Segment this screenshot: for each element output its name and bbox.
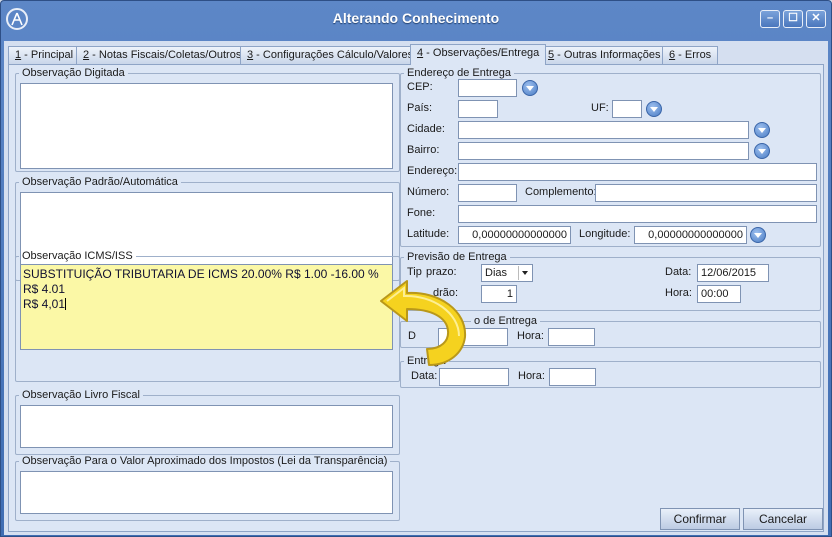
prazo-padrao-input[interactable]: 1 xyxy=(481,285,517,303)
longitude-label: Longitude: xyxy=(579,228,631,240)
previsao-hora-label: Hora: xyxy=(665,287,692,299)
window: Alterando Conhecimento – ☐ ✕ 1 - Princip… xyxy=(0,0,832,537)
complemento-label: Complemento: xyxy=(525,186,597,198)
pais-input[interactable] xyxy=(458,100,498,118)
maximize-icon[interactable]: ☐ xyxy=(783,10,803,28)
group-title: Observação Digitada xyxy=(22,67,125,79)
tab-erros[interactable]: 6 - Erros xyxy=(662,46,719,64)
cidade-label: Cidade: xyxy=(407,123,445,135)
fone-label: Fone: xyxy=(407,207,436,219)
group-title: Observação Livro Fiscal xyxy=(22,389,140,401)
endereco-label: Endereço: xyxy=(407,165,458,177)
group-endereco-entrega: Endereço de Entrega CEP: País: UF: Cidad… xyxy=(400,67,821,247)
bairro-label: Bairro: xyxy=(407,144,440,156)
latitude-label: Latitude: xyxy=(407,228,450,240)
cidade-dropdown-icon[interactable] xyxy=(754,122,770,138)
group-title: Observação Para o Valor Aproximado dos I… xyxy=(22,455,388,467)
tab-observacoes-entrega[interactable]: 4 - Observações/Entrega xyxy=(410,44,547,65)
uf-label: UF: xyxy=(591,102,609,114)
group-observacao-livro-fiscal: Observação Livro Fiscal xyxy=(15,389,400,455)
previsao-data-label: Data: xyxy=(665,266,692,278)
window-title: Alterando Conhecimento xyxy=(332,10,500,26)
entrega-data-label: Data: xyxy=(411,370,438,382)
previsao-hora-input[interactable]: 00:00 xyxy=(697,285,741,303)
fone-input[interactable] xyxy=(458,205,817,223)
entrega-data-input[interactable] xyxy=(439,368,509,386)
longitude-input[interactable]: 0,00000000000000 xyxy=(634,226,747,244)
bairro-dropdown-icon[interactable] xyxy=(754,143,770,159)
icms-text: SUBSTITUIÇÃO TRIBUTARIA DE ICMS 20.00% R… xyxy=(23,267,388,312)
tab-configuracoes-calculo[interactable]: 3 - Configurações Cálculo/Valores xyxy=(240,46,421,64)
agendamento-hora-label: Hora: xyxy=(517,330,544,342)
numero-input[interactable] xyxy=(458,184,517,202)
confirmar-button[interactable]: Confirmar xyxy=(660,508,740,530)
observacao-digitada-textarea[interactable] xyxy=(20,83,393,169)
group-title: Observação ICMS/ISS xyxy=(22,250,133,262)
tab-outras-informacoes[interactable]: 5 - Outras Informações xyxy=(541,46,668,64)
title-bar[interactable]: Alterando Conhecimento – ☐ ✕ xyxy=(1,1,831,37)
cep-label: CEP: xyxy=(407,81,433,93)
cep-dropdown-icon[interactable] xyxy=(522,80,538,96)
curved-arrow-icon xyxy=(380,280,467,366)
tab-notas-fiscais[interactable]: 2 - Notas Fiscais/Coletas/Outros xyxy=(76,46,249,64)
cidade-input[interactable] xyxy=(458,121,749,139)
cep-input[interactable] xyxy=(458,79,517,97)
group-observacao-icms: Observação ICMS/ISS SUBSTITUIÇÃO TRIBUTA… xyxy=(15,250,400,382)
group-title: Endereço de Entrega xyxy=(407,67,511,79)
tipo-prazo-value: Dias xyxy=(485,267,508,279)
observacao-livro-fiscal-textarea[interactable] xyxy=(20,405,393,448)
bairro-input[interactable] xyxy=(458,142,749,160)
text-caret xyxy=(65,298,67,310)
previsao-data-input[interactable]: 12/06/2015 xyxy=(697,264,769,282)
icms-text-line-1: SUBSTITUIÇÃO TRIBUTARIA DE ICMS 20.00% R… xyxy=(23,267,379,296)
group-title: Previsão de Entrega xyxy=(407,251,507,263)
observacao-icms-textarea[interactable]: SUBSTITUIÇÃO TRIBUTARIA DE ICMS 20.00% R… xyxy=(20,264,393,350)
tipo-prazo-select[interactable]: Dias xyxy=(481,264,533,282)
numero-label: Número: xyxy=(407,186,450,198)
complemento-input[interactable] xyxy=(595,184,817,202)
group-observacao-impostos: Observação Para o Valor Aproximado dos I… xyxy=(15,455,400,521)
minimize-icon[interactable]: – xyxy=(760,10,780,28)
group-title: Observação Padrão/Automática xyxy=(22,176,178,188)
latitude-input[interactable]: 0,00000000000000 xyxy=(458,226,571,244)
coordinates-dropdown-icon[interactable] xyxy=(750,227,766,243)
tab-principal[interactable]: 1 - Principal xyxy=(8,46,81,64)
tipo-prazo-label-start: Tip xyxy=(407,266,422,278)
entrega-hora-label: Hora: xyxy=(518,370,545,382)
endereco-input[interactable] xyxy=(458,163,817,181)
tipo-prazo-label-end: prazo: xyxy=(426,266,457,278)
group-title: o de Entrega xyxy=(474,315,537,327)
icms-text-line-2: R$ 4,01 xyxy=(23,297,66,311)
chevron-down-icon[interactable] xyxy=(518,266,531,280)
observacao-impostos-textarea[interactable] xyxy=(20,471,393,514)
entrega-hora-input[interactable] xyxy=(549,368,596,386)
tab-strip: 1 - Principal 2 - Notas Fiscais/Coletas/… xyxy=(8,44,824,65)
uf-input[interactable] xyxy=(612,100,642,118)
group-observacao-digitada: Observação Digitada xyxy=(15,67,400,172)
uf-dropdown-icon[interactable] xyxy=(646,101,662,117)
cancelar-button[interactable]: Cancelar xyxy=(743,508,823,530)
close-icon[interactable]: ✕ xyxy=(806,10,826,28)
agendamento-hora-input[interactable] xyxy=(548,328,595,346)
pais-label: País: xyxy=(407,102,433,114)
